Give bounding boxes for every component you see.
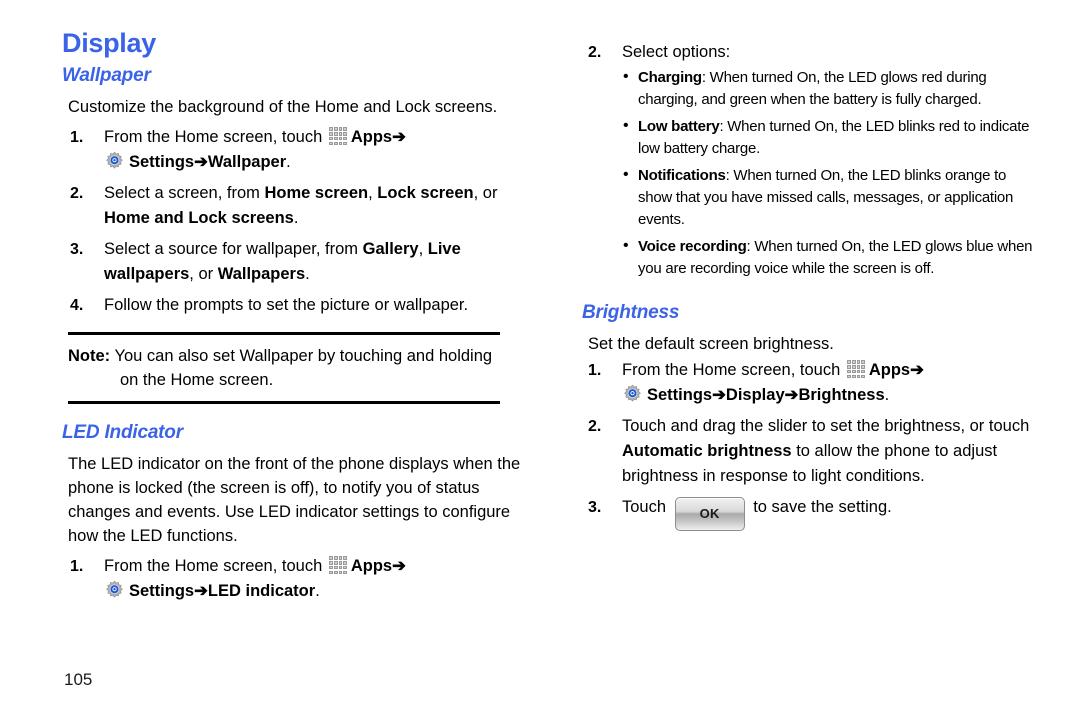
option-home-and-lock-screens: Home and Lock screens <box>104 209 294 227</box>
bullet-term-notifications: Notifications <box>638 167 726 184</box>
note-body: You can also set Wallpaper by touching a… <box>110 347 493 389</box>
separator: , <box>418 240 428 258</box>
step-text-pre: Select a source for wallpaper, from <box>104 240 363 258</box>
step-number: 1. <box>70 129 84 146</box>
apps-grid-icon <box>846 360 866 379</box>
arrow-icon: ➔ <box>392 557 406 575</box>
arrow-icon: ➔ <box>712 386 726 404</box>
display-label: Display <box>725 386 785 404</box>
list-item: 1. From the Home screen, touch Apps➔ Set… <box>44 125 524 175</box>
step-number: 2. <box>70 185 84 202</box>
option-home-screen: Home screen <box>264 184 369 202</box>
period: . <box>884 386 890 404</box>
list-item: 3. Touch OK to save the setting. <box>564 495 1044 531</box>
list-item: 4. Follow the prompts to set the picture… <box>44 293 524 318</box>
settings-gear-icon <box>622 384 643 405</box>
period: . <box>305 265 310 283</box>
option-wallpapers: Wallpapers <box>217 265 306 283</box>
step-number: 3. <box>70 241 84 258</box>
step-number: 4. <box>70 297 84 314</box>
brightness-intro: Set the default screen brightness. <box>588 335 834 353</box>
left-column: Display Wallpaper Customize the backgrou… <box>44 28 524 610</box>
note-text: Note: You can also set Wallpaper by touc… <box>68 344 500 392</box>
list-item: 1. From the Home screen, touch Apps➔ Set… <box>564 358 1044 408</box>
wallpaper-intro: Customize the background of the Home and… <box>68 98 498 116</box>
step-text-post: to save the setting. <box>748 498 892 516</box>
option-lock-screen: Lock screen <box>377 184 474 202</box>
step-number: 3. <box>588 499 602 516</box>
apps-grid-icon <box>328 556 348 575</box>
page-number: 105 <box>64 670 93 689</box>
step-text-pre: From the Home screen, touch <box>104 128 327 146</box>
section-heading-brightness: Brightness <box>582 302 680 323</box>
list-item: Notifications: When turned On, the LED b… <box>622 164 1044 231</box>
period: . <box>286 153 291 171</box>
section-heading-led-indicator: LED Indicator <box>62 422 183 443</box>
settings-label: Settings <box>129 582 195 600</box>
arrow-icon: ➔ <box>194 153 208 171</box>
apps-label: Apps <box>350 557 393 575</box>
step-number: 1. <box>588 362 602 379</box>
step-number: 1. <box>70 558 84 575</box>
step-text-pre: From the Home screen, touch <box>622 361 845 379</box>
led-indicator-intro: The LED indicator on the front of the ph… <box>68 455 521 545</box>
step-text-pre: Touch and drag the slider to set the bri… <box>622 417 1030 435</box>
list-item: Charging: When turned On, the LED glows … <box>622 66 1044 111</box>
section-heading-wallpaper: Wallpaper <box>62 65 151 86</box>
apps-label: Apps <box>868 361 911 379</box>
step-text: Follow the prompts to set the picture or… <box>104 296 469 314</box>
bullet-term-low-battery: Low battery <box>638 118 720 135</box>
step-text-pre: Touch <box>622 498 671 516</box>
list-item: 2. Touch and drag the slider to set the … <box>564 414 1044 489</box>
separator: , <box>368 184 378 202</box>
apps-grid-icon <box>328 127 348 146</box>
period: . <box>293 209 299 227</box>
arrow-icon: ➔ <box>194 582 208 600</box>
arrow-icon: ➔ <box>392 128 406 146</box>
settings-gear-icon <box>104 151 125 172</box>
ok-button[interactable]: OK <box>674 497 745 531</box>
settings-label: Settings <box>129 153 195 171</box>
arrow-icon: ➔ <box>910 361 924 379</box>
period: . <box>315 582 320 600</box>
right-column: 2. Select options: Charging: When turned… <box>564 28 1044 537</box>
settings-target-label: LED indicator <box>207 582 316 600</box>
led-option-bullets: Charging: When turned On, the LED glows … <box>622 66 1044 280</box>
list-item: Voice recording: When turned On, the LED… <box>622 235 1044 280</box>
document-page: Display Wallpaper Customize the backgrou… <box>0 0 1080 720</box>
step-text: Select options: <box>622 43 731 61</box>
automatic-brightness-label: Automatic brightness <box>622 442 792 460</box>
list-item: 2. Select options: Charging: When turned… <box>564 40 1044 280</box>
separator: , or <box>189 265 218 283</box>
apps-label: Apps <box>350 128 393 146</box>
brightness-label: Brightness <box>798 386 885 404</box>
two-column-layout: Display Wallpaper Customize the backgrou… <box>44 28 1036 610</box>
step-number: 2. <box>588 44 602 61</box>
step-text-pre: Select a screen, from <box>104 184 265 202</box>
settings-gear-icon <box>104 580 125 601</box>
list-item: 3. Select a source for wallpaper, from G… <box>44 237 524 287</box>
list-item: Low battery: When turned On, the LED bli… <box>622 115 1044 160</box>
note-box: Note: You can also set Wallpaper by touc… <box>68 332 500 404</box>
step-number: 2. <box>588 418 602 435</box>
page-title: Display <box>62 28 156 58</box>
arrow-icon: ➔ <box>784 386 799 404</box>
brightness-steps: 1. From the Home screen, touch Apps➔ Set… <box>564 358 1044 531</box>
note-label: Note: <box>68 347 111 365</box>
wallpaper-steps: 1. From the Home screen, touch Apps➔ Set… <box>44 125 524 318</box>
bullet-term-charging: Charging <box>638 69 702 86</box>
bullet-term-voice-recording: Voice recording <box>638 238 747 255</box>
option-gallery: Gallery <box>362 240 419 258</box>
list-item: 2. Select a screen, from Home screen, Lo… <box>44 181 524 231</box>
step-text-pre: From the Home screen, touch <box>104 557 327 575</box>
settings-target-label: Wallpaper <box>207 153 287 171</box>
led-indicator-steps: 1. From the Home screen, touch Apps➔ Set… <box>44 554 524 604</box>
list-item: 1. From the Home screen, touch Apps➔ Set… <box>44 554 524 604</box>
separator: , or <box>473 184 498 202</box>
settings-label: Settings <box>647 386 713 404</box>
led-options-steps: 2. Select options: Charging: When turned… <box>564 40 1044 280</box>
